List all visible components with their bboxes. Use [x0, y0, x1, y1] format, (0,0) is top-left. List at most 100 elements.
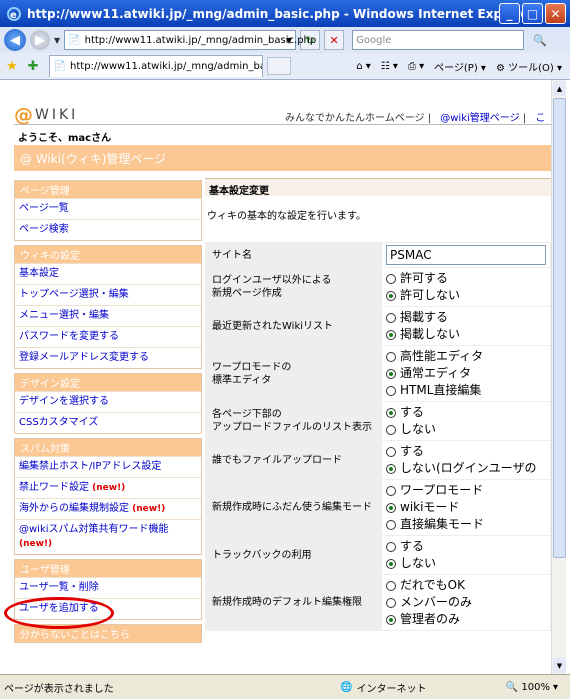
- back-icon[interactable]: ◀: [4, 29, 26, 51]
- sidebar-link[interactable]: パスワードを変更する: [19, 331, 119, 342]
- radio-option[interactable]: HTML直接編集: [386, 382, 546, 399]
- radio-button[interactable]: [386, 541, 396, 552]
- atwiki-logo[interactable]: @ WIKI: [14, 104, 78, 126]
- radio-button[interactable]: [386, 385, 396, 396]
- security-zone: 🌐 インターネット: [340, 680, 470, 695]
- sidebar-item: ユーザ一覧・削除: [15, 577, 201, 598]
- radio-label: する: [400, 539, 425, 553]
- link-cut[interactable]: こ: [535, 113, 545, 124]
- radio-option[interactable]: wikiモード: [386, 499, 546, 516]
- setting-label: サイト名: [205, 242, 382, 268]
- sidebar-link[interactable]: 編集禁止ホスト/IPアドレス設定: [19, 461, 161, 472]
- radio-label: 通常エディタ: [400, 366, 472, 380]
- radio-option[interactable]: 掲載しない: [386, 326, 546, 343]
- radio-option[interactable]: メンバーのみ: [386, 594, 546, 611]
- zoom-level: 100%: [521, 681, 550, 693]
- radio-button[interactable]: [386, 485, 396, 496]
- scroll-down-icon[interactable]: ▼: [553, 658, 566, 673]
- zoom-control[interactable]: 🔍 100% ▾: [506, 682, 570, 693]
- site-name-input[interactable]: PSMAC: [386, 245, 546, 265]
- sidebar-link[interactable]: メニュー選択・編集: [19, 310, 109, 321]
- radio-label: ワープロモード: [400, 483, 484, 497]
- sidebar-link[interactable]: 基本設定: [19, 268, 59, 279]
- radio-option[interactable]: 管理者のみ: [386, 611, 546, 628]
- sidebar-link[interactable]: トップページ選択・編集: [19, 289, 129, 300]
- radio-button[interactable]: [386, 597, 396, 608]
- sidebar-link[interactable]: 海外からの編集規制設定: [19, 503, 129, 514]
- stop-icon[interactable]: ✕: [324, 30, 345, 50]
- radio-label: HTML直接編集: [400, 383, 482, 397]
- favorites-icon[interactable]: ★: [6, 59, 18, 74]
- radio-option[interactable]: ワープロモード: [386, 482, 546, 499]
- sidebar-link[interactable]: CSSカスタマイズ: [19, 417, 98, 428]
- radio-button[interactable]: [386, 329, 396, 340]
- sidebar-link[interactable]: 禁止ワード設定: [19, 482, 89, 493]
- tools-menu[interactable]: ⚙ ツール(O) ▾: [496, 59, 562, 74]
- radio-option[interactable]: しない: [386, 421, 546, 438]
- radio-option[interactable]: 高性能エディタ: [386, 348, 546, 365]
- radio-button[interactable]: [386, 290, 396, 301]
- radio-option[interactable]: だれでもOK: [386, 577, 546, 594]
- radio-button[interactable]: [386, 614, 396, 625]
- add-favorite-icon[interactable]: ✚: [28, 59, 39, 74]
- radio-option[interactable]: 許可する: [386, 270, 546, 287]
- main-panel: 基本設定変更 ウィキの基本的な設定を行います。 サイト名 PSMAC ログインユーザ…: [205, 178, 551, 631]
- setting-value: PSMAC: [381, 242, 551, 268]
- radio-option[interactable]: 許可しない: [386, 287, 546, 304]
- sidebar-link[interactable]: ページ一覧: [19, 203, 69, 214]
- radio-button[interactable]: [386, 273, 396, 284]
- new-tab-button[interactable]: [266, 57, 291, 75]
- radio-button[interactable]: [386, 407, 396, 418]
- sidebar-item: メニュー選択・編集: [15, 305, 201, 326]
- radio-option[interactable]: する: [386, 404, 546, 421]
- zone-label: インターネット: [356, 683, 427, 695]
- sidebar-link[interactable]: ページ検索: [19, 224, 69, 235]
- maximize-button[interactable]: □: [522, 3, 543, 24]
- page-icon: 📄: [68, 34, 81, 46]
- sidebar-link[interactable]: 登録メールアドレス変更する: [19, 352, 149, 363]
- page-menu[interactable]: ページ(P) ▾: [434, 59, 486, 74]
- radio-button[interactable]: [386, 312, 396, 323]
- history-dropdown-icon[interactable]: ▼: [54, 36, 60, 45]
- radio-option[interactable]: しない: [386, 555, 546, 572]
- radio-option[interactable]: しない(ログインユーザの: [386, 460, 546, 477]
- search-icon[interactable]: 🔍: [528, 30, 552, 50]
- radio-option[interactable]: する: [386, 443, 546, 460]
- sidebar-link[interactable]: @wikiスパム対策共有ワード機能: [19, 524, 169, 535]
- browser-tab[interactable]: 📄 http://www11.atwiki.jp/_mng/admin_basi…: [48, 55, 263, 77]
- scroll-up-icon[interactable]: ▲: [553, 81, 566, 96]
- feeds-icon[interactable]: ☷ ▾: [381, 61, 398, 72]
- link-home[interactable]: みんなでかんたんホームページ: [285, 113, 425, 124]
- radio-button[interactable]: [386, 424, 396, 435]
- radio-option[interactable]: する: [386, 538, 546, 555]
- sidebar-group: デザイン設定 デザインを選択する CSSカスタマイズ: [14, 373, 202, 434]
- sidebar-item: 禁止ワード設定 (new!): [15, 477, 201, 498]
- radio-option[interactable]: 通常エディタ: [386, 365, 546, 382]
- sidebar-link[interactable]: デザインを選択する: [19, 396, 109, 407]
- scroll-thumb[interactable]: [553, 98, 566, 558]
- vertical-scrollbar[interactable]: ▲ ▼: [551, 80, 566, 674]
- radio-option[interactable]: 直接編集モード: [386, 516, 546, 533]
- address-dropdown-icon[interactable]: ▼: [286, 36, 292, 45]
- radio-button[interactable]: [386, 519, 396, 530]
- window-title: http://www11.atwiki.jp/_mng/admin_basic.…: [27, 6, 535, 21]
- new-badge: (new!): [19, 539, 53, 549]
- radio-button[interactable]: [386, 351, 396, 362]
- radio-button[interactable]: [386, 368, 396, 379]
- sidebar-link[interactable]: ユーザ一覧・削除: [19, 582, 99, 593]
- radio-button[interactable]: [386, 463, 396, 474]
- setting-label: 各ページ下部の アップロードファイルのリスト表示: [205, 401, 382, 441]
- minimize-button[interactable]: _: [499, 3, 520, 24]
- search-input[interactable]: Google: [352, 30, 525, 50]
- radio-button[interactable]: [386, 502, 396, 513]
- radio-button[interactable]: [386, 558, 396, 569]
- close-button[interactable]: ✕: [545, 3, 566, 24]
- link-admin[interactable]: @wiki管理ページ: [440, 113, 519, 124]
- radio-button[interactable]: [386, 580, 396, 591]
- print-icon[interactable]: ⎙ ▾: [408, 61, 424, 72]
- radio-option[interactable]: 掲載する: [386, 309, 546, 326]
- address-bar[interactable]: 📄 http://www11.atwiki.jp/_mng/admin_basi…: [64, 30, 316, 50]
- home-icon[interactable]: ⌂ ▾: [356, 61, 371, 72]
- radio-button[interactable]: [386, 446, 396, 457]
- forward-icon[interactable]: ▶: [30, 30, 50, 50]
